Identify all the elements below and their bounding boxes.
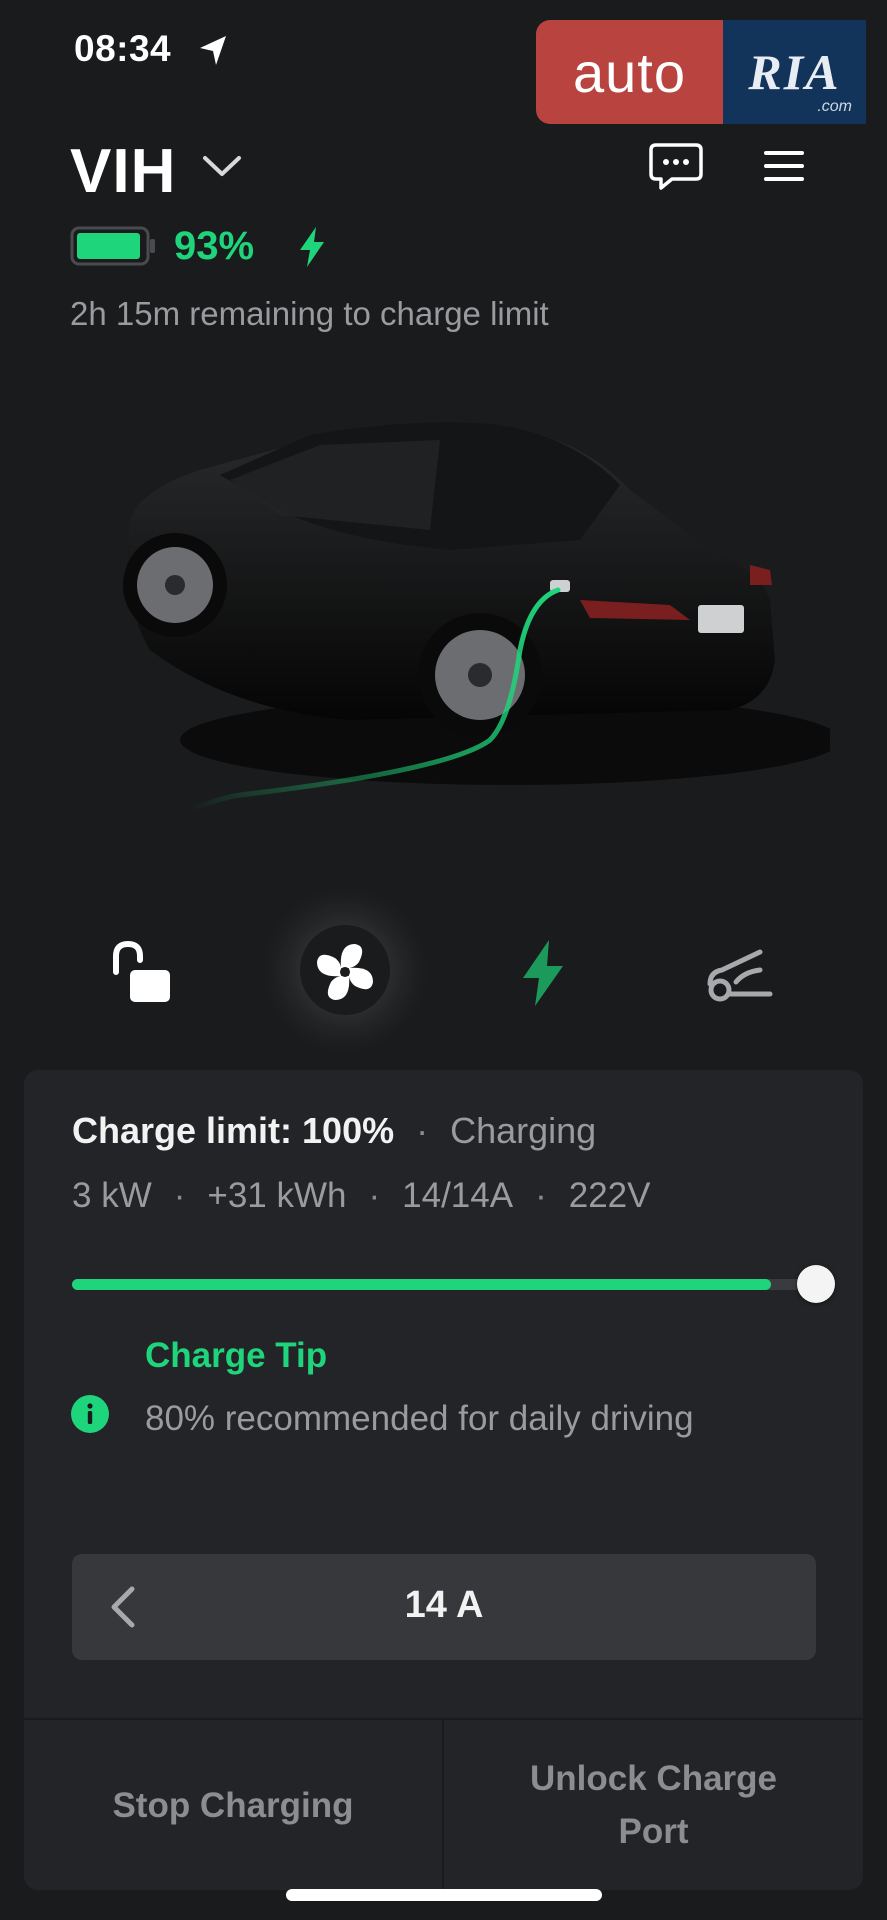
charge-limit-line: Charge limit: 100% · Charging — [72, 1110, 596, 1152]
fan-icon[interactable] — [305, 932, 385, 1012]
charge-limit-slider-fill — [72, 1279, 772, 1290]
stop-charging-button[interactable]: Stop Charging — [24, 1720, 442, 1890]
charging-stats: 3 kW · +31 kWh · 14/14A · 222V — [72, 1176, 651, 1216]
unlocked-padlock-icon[interactable] — [102, 932, 182, 1012]
frunk-icon[interactable] — [700, 932, 780, 1012]
info-icon — [71, 1395, 109, 1433]
watermark-ria: RIA .com — [723, 20, 866, 124]
stat-power: 3 kW — [72, 1176, 152, 1215]
amperage-value: 14 A — [404, 1584, 484, 1626]
vehicle-name[interactable]: VIH — [70, 136, 176, 207]
remaining-time: 2h 15m remaining to charge limit — [70, 295, 549, 332]
separator-dot: · — [416, 1110, 429, 1151]
stat-energy-added: +31 kWh — [207, 1176, 347, 1215]
bolt-icon[interactable] — [503, 932, 583, 1012]
charge-tip-text: 80% recommended for daily driving — [145, 1399, 694, 1438]
menu-icon[interactable] — [762, 148, 806, 184]
watermark-auto: auto — [536, 20, 723, 124]
chat-icon[interactable] — [648, 142, 704, 192]
separator-dot: · — [173, 1176, 186, 1215]
stat-voltage: 222V — [568, 1176, 651, 1215]
separator-dot: · — [368, 1176, 381, 1215]
watermark-ria-text: RIA — [748, 44, 841, 100]
charging-bolt-icon — [300, 227, 324, 267]
status-time: 08:34 — [74, 28, 172, 69]
battery-icon — [70, 226, 155, 266]
charging-status: Charging — [450, 1110, 597, 1151]
unlock-charge-port-label: Unlock Charge Port — [530, 1759, 777, 1851]
charge-limit-label: Charge limit: 100% — [72, 1110, 395, 1151]
battery-percentage: 93% — [174, 224, 255, 268]
battery-fill — [77, 233, 140, 259]
car-illustration — [123, 422, 830, 813]
location-arrow-icon — [200, 36, 226, 65]
separator-dot: · — [535, 1176, 547, 1215]
home-indicator[interactable] — [286, 1889, 602, 1901]
chevron-down-icon[interactable] — [200, 152, 244, 182]
watermark-com-text: .com — [817, 98, 852, 115]
watermark-logo: auto RIA .com — [536, 20, 866, 124]
charge-limit-slider-knob[interactable] — [797, 1265, 835, 1303]
unlock-charge-port-button[interactable]: Unlock Charge Port — [444, 1720, 863, 1890]
stat-current: 14/14A — [402, 1176, 514, 1215]
charge-tip-title: Charge Tip — [145, 1336, 328, 1375]
